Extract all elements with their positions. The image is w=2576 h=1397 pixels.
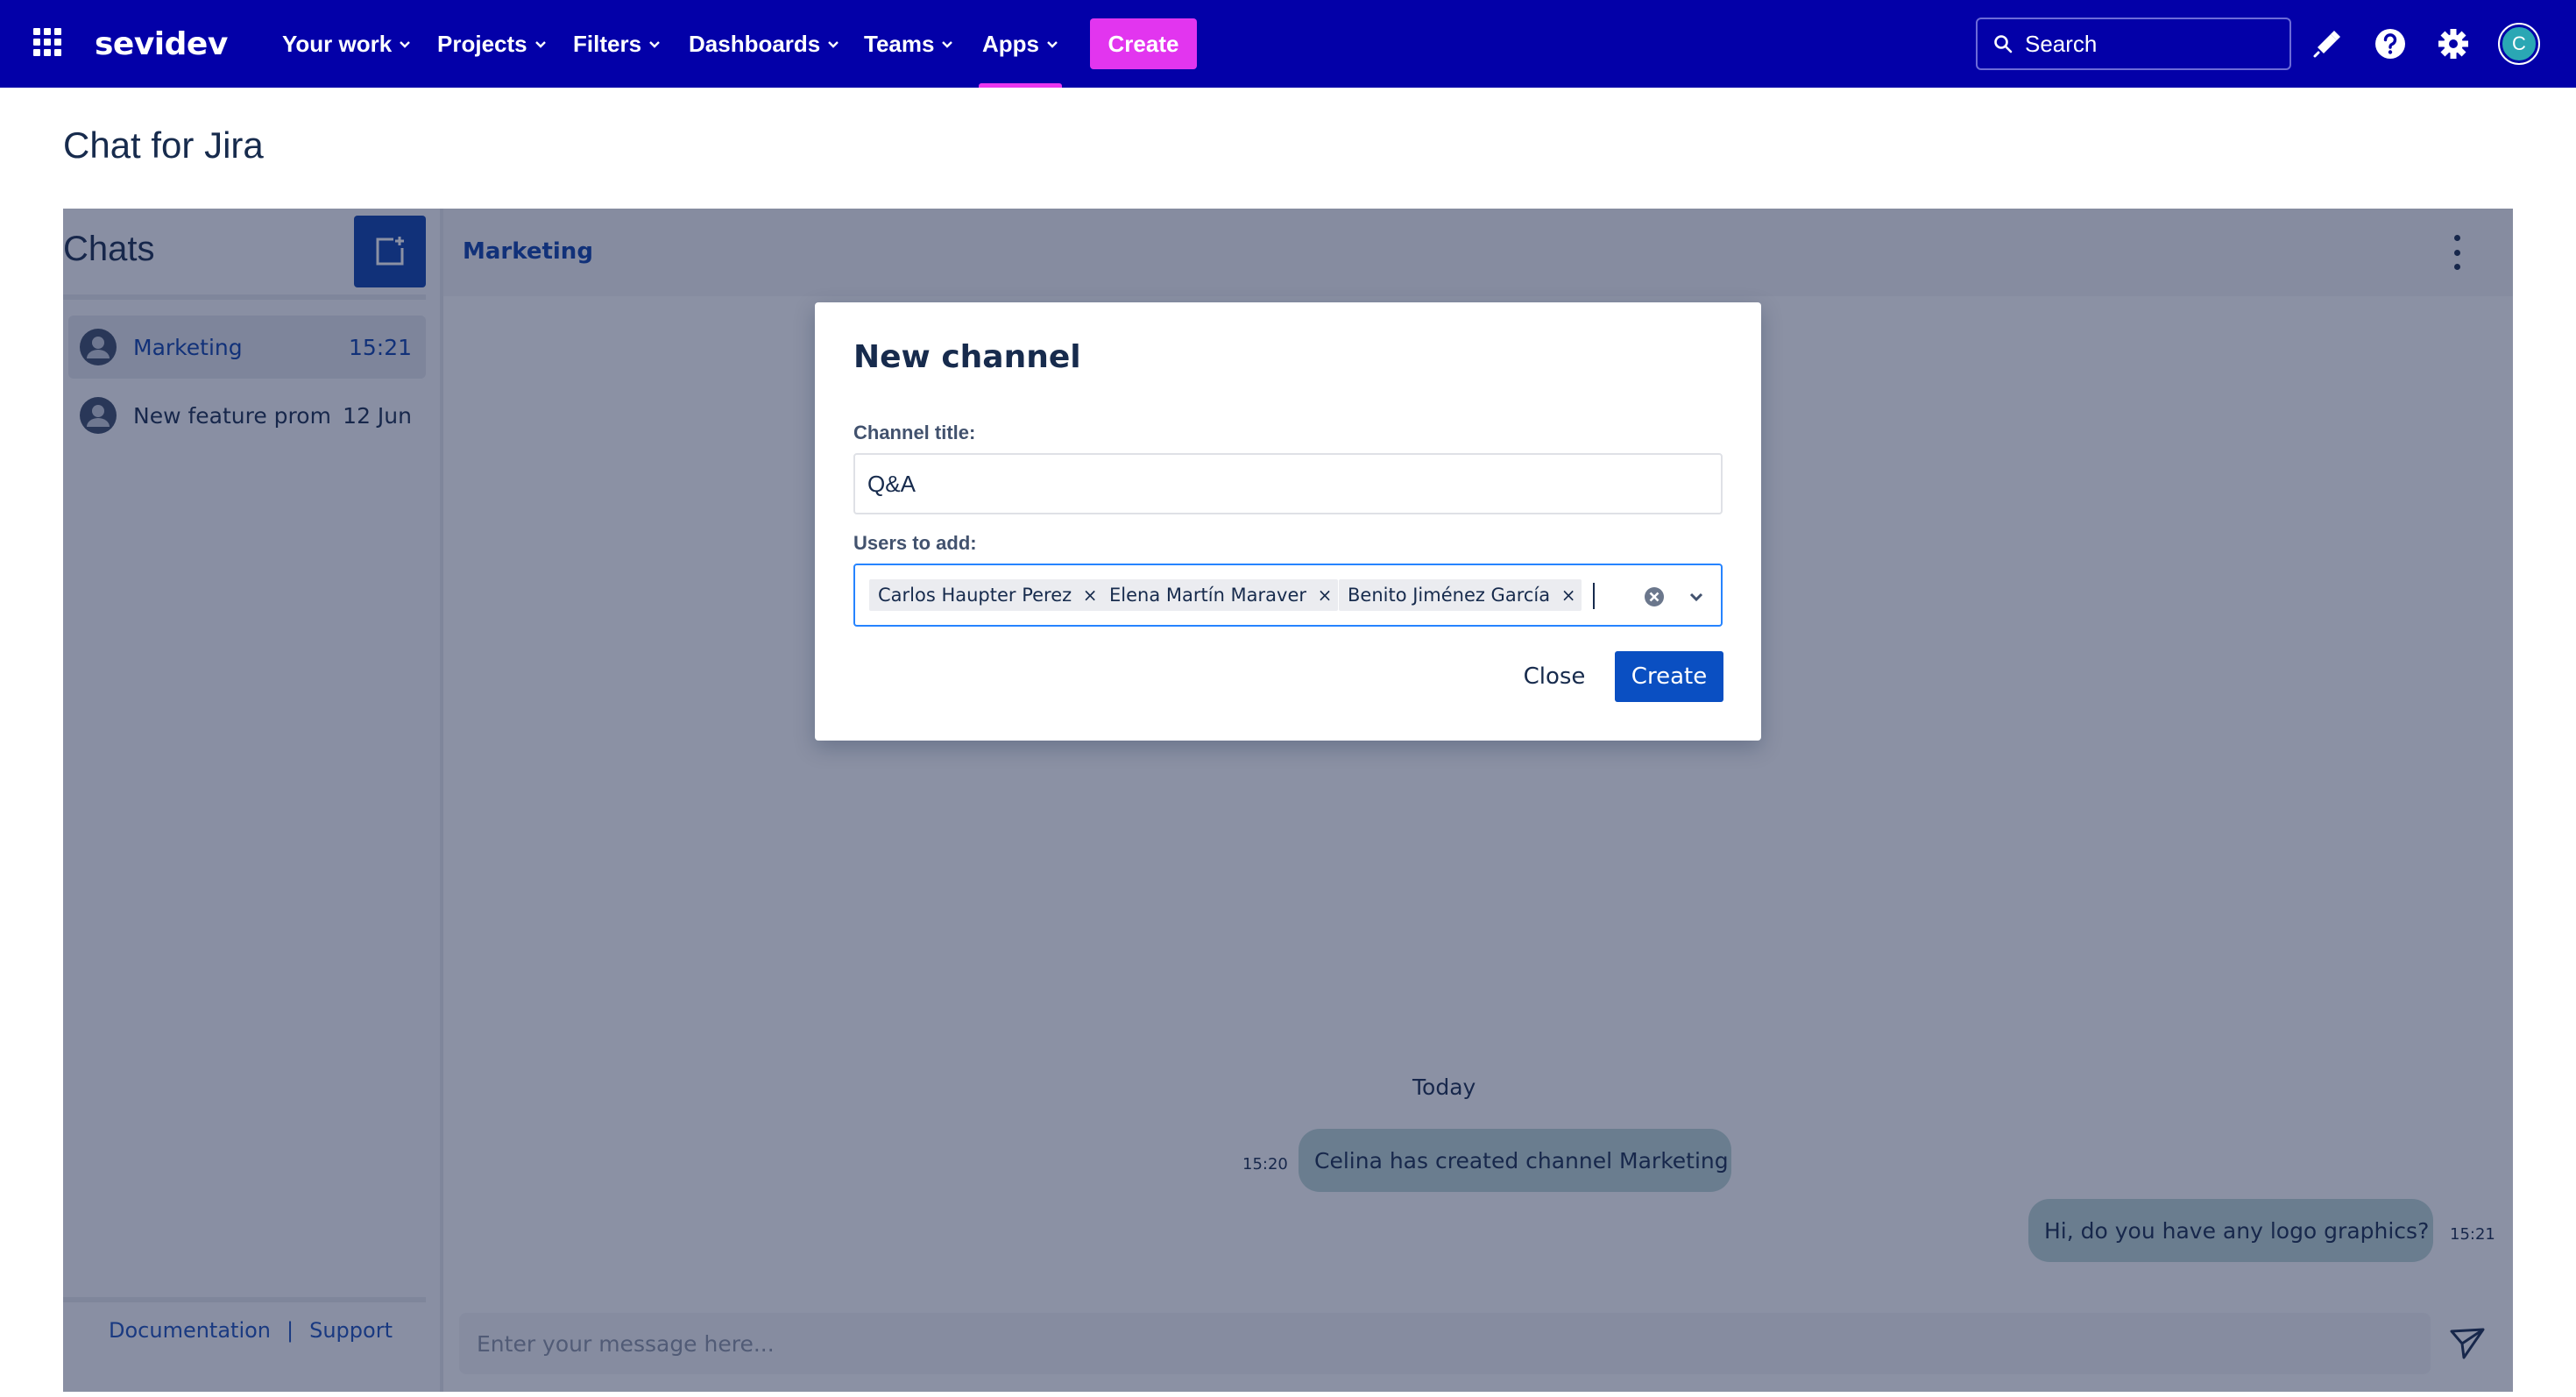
app-switcher-icon[interactable] [33,28,61,56]
channel-title-input[interactable] [853,453,1723,514]
search-input[interactable] [2025,30,2270,58]
nav-your-work-label: Your work [282,30,393,57]
user-tag-label: Elena Martín Maraver [1109,585,1307,606]
nav-apps[interactable]: Apps [979,25,1062,88]
create-channel-button[interactable]: Create [1615,651,1723,702]
user-tag: Benito Jiménez García × [1339,579,1582,611]
chevron-down-icon [828,41,839,48]
nav-teams-label: Teams [864,30,935,57]
settings-gear-icon[interactable] [2436,26,2471,61]
nav-apps-label: Apps [982,30,1039,57]
top-navigation: sevidev Your work Projects Filters Dashb… [0,0,2576,88]
remove-tag-icon[interactable]: × [1077,579,1103,611]
help-icon[interactable] [2373,26,2408,61]
remove-tag-icon[interactable]: × [1555,579,1582,611]
create-button[interactable]: Create [1090,18,1197,69]
search-icon [1994,35,2013,53]
channel-title-label: Channel title: [853,422,976,443]
chevron-down-icon [534,41,546,48]
chevron-down-icon [400,41,411,48]
chevron-down-icon [1047,41,1058,48]
logo-text: sevidev [95,25,228,62]
nav-dashboards-label: Dashboards [689,30,821,57]
nav-filters-label: Filters [573,30,642,57]
remove-tag-icon[interactable]: × [1312,579,1338,611]
search-box[interactable] [1976,18,2291,70]
close-button[interactable]: Close [1512,651,1596,702]
users-to-add-label: Users to add: [853,532,977,554]
user-tag: Elena Martín Maraver × [1100,579,1339,611]
users-multi-select[interactable]: Carlos Haupter Perez × Elena Martín Mara… [853,564,1723,627]
clear-icon[interactable] [1642,585,1667,609]
text-cursor [1593,583,1595,609]
user-tag-label: Carlos Haupter Perez [878,585,1072,606]
nav-dashboards[interactable]: Dashboards [689,25,839,63]
nav-projects-label: Projects [437,30,527,57]
new-channel-dialog: New channel Channel title: Users to add:… [815,302,1761,741]
user-tag: Carlos Haupter Perez × [869,579,1104,611]
user-avatar[interactable]: C [2498,23,2540,65]
chevron-down-icon [942,41,953,48]
nav-teams[interactable]: Teams [864,25,953,63]
nav-your-work[interactable]: Your work [282,25,411,63]
notifications-icon[interactable] [2310,26,2345,61]
dialog-title: New channel [853,339,1081,375]
nav-filters[interactable]: Filters [573,25,661,63]
chevron-down-icon [649,41,660,48]
user-tag-label: Benito Jiménez García [1348,585,1551,606]
chevron-down-icon[interactable] [1686,586,1707,607]
nav-projects[interactable]: Projects [437,25,547,63]
page-title: Chat for Jira [63,124,264,166]
sevidev-logo[interactable]: sevidev [95,19,228,68]
